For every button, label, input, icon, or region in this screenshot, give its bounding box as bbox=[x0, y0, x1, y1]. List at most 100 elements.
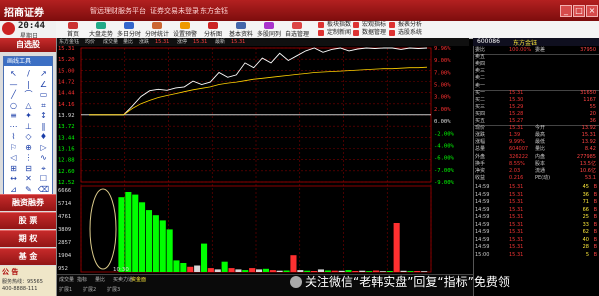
drawing-tool-icon[interactable]: | bbox=[22, 79, 35, 90]
sector-index-link[interactable]: 板块指数 bbox=[318, 21, 351, 29]
drawing-tool-icon[interactable]: ⌫ bbox=[37, 184, 50, 195]
tick-volume: 5 bbox=[585, 251, 589, 258]
tick-row: 14:59 15.31 33 B bbox=[473, 222, 599, 229]
notice-panel[interactable]: 公 告 服务热线：95565 400-8888-111 bbox=[0, 266, 56, 296]
drawing-tool-icon[interactable]: ⌖ bbox=[37, 163, 50, 174]
toolbar-info-button[interactable]: 基本资料 bbox=[226, 21, 256, 38]
quote-label: 卖二 bbox=[475, 75, 486, 82]
stocks-button[interactable]: 股 票 bbox=[0, 212, 56, 229]
options-button[interactable]: 期 权 bbox=[0, 230, 56, 247]
close-button[interactable]: × bbox=[586, 5, 598, 17]
drawing-tool-icon[interactable]: ▭ bbox=[37, 89, 50, 100]
volume-tick-label: 6666 bbox=[58, 188, 71, 194]
quote-label: 净资 bbox=[475, 167, 486, 174]
pct-tick-label: 3.00% bbox=[434, 95, 451, 101]
chart-icon bbox=[208, 22, 218, 29]
drawing-tool-icon[interactable]: ⊞ bbox=[7, 163, 20, 174]
quote-label-2: PE(动) bbox=[535, 174, 551, 181]
volume-bar bbox=[173, 260, 180, 272]
drawing-tool-icon[interactable]: ↖ bbox=[7, 68, 20, 79]
intraday-chart[interactable]: 15.31 15.20 15.00 14.72 14.44 14.16 13.92 13.72… bbox=[57, 46, 473, 274]
toolbar-chart-button[interactable]: 分析图 bbox=[198, 21, 228, 38]
custom-news-link[interactable]: 定制新闻 bbox=[318, 29, 351, 37]
drawing-tool-icon[interactable]: ∿ bbox=[37, 152, 50, 163]
volume-bar bbox=[249, 268, 256, 272]
drawing-tool-icon[interactable]: ☐ bbox=[37, 173, 50, 184]
toolbar-multistock-button[interactable]: 多股同列 bbox=[254, 21, 284, 38]
drawing-tool-icon[interactable]: ○ bbox=[7, 100, 20, 111]
drawing-tool-icon[interactable]: ↔ bbox=[7, 173, 20, 184]
quote-label: 委比 bbox=[475, 47, 486, 53]
funds-button[interactable]: 基 金 bbox=[0, 248, 56, 265]
drawing-tool-icon[interactable]: ↗ bbox=[37, 68, 50, 79]
price-tick-label: 14.16 bbox=[58, 102, 75, 108]
drawing-tool-icon[interactable]: ⋮ bbox=[22, 152, 35, 163]
drawing-tool-icon[interactable]: ⌗ bbox=[37, 100, 50, 111]
drawing-tool-icon[interactable]: ✕ bbox=[22, 173, 35, 184]
toolbar-alert-button[interactable]: 设置预警 bbox=[170, 21, 200, 38]
indicator-tab[interactable]: 量比 bbox=[95, 276, 105, 283]
drawing-tool-icon[interactable]: ✎ bbox=[22, 184, 35, 195]
indicator-tab[interactable]: 成交量 bbox=[59, 276, 74, 283]
stock-code: 600086 bbox=[477, 38, 500, 45]
volume-tick-label: 2857 bbox=[58, 240, 71, 246]
maximize-button[interactable]: □ bbox=[573, 5, 585, 17]
drawing-tool-icon[interactable]: ✦ bbox=[22, 110, 35, 121]
drawing-tool-icon[interactable]: ◇ bbox=[22, 131, 35, 142]
toolbar-market-button[interactable]: 大盘走势 bbox=[86, 21, 116, 38]
drawing-tool-icon[interactable]: △ bbox=[22, 100, 35, 111]
drawing-tool-icon[interactable]: ♦ bbox=[37, 131, 50, 142]
drawing-tool-icon[interactable]: ⊟ bbox=[22, 163, 35, 174]
drawing-tool-icon[interactable]: ╱ bbox=[7, 89, 20, 100]
drawing-tool-icon[interactable]: ⊿ bbox=[7, 184, 20, 195]
extension-tab[interactable]: 扩展2 bbox=[83, 286, 96, 293]
drawing-tool-icon[interactable]: ≡ bbox=[7, 110, 20, 121]
tick-price: 15.31 bbox=[509, 229, 524, 235]
clock-panel: 20:44 星期日 bbox=[0, 21, 56, 40]
drawing-tool-icon[interactable]: ⚐ bbox=[7, 142, 20, 153]
indicator-tab[interactable]: 指标 bbox=[77, 276, 87, 283]
drawing-tool-icon[interactable]: ⌇ bbox=[7, 131, 20, 142]
minimize-button[interactable]: _ bbox=[560, 5, 572, 17]
chart-header-item: 最新 bbox=[215, 39, 226, 45]
pct-tick-label: -4.00% bbox=[434, 143, 455, 149]
login-status[interactable]: 证券交易未登录 bbox=[150, 6, 199, 16]
volume-bar bbox=[359, 270, 366, 272]
drawing-tool-icon[interactable]: ⌒ bbox=[22, 89, 35, 100]
extension-tab[interactable]: 扩展1 bbox=[59, 286, 72, 293]
toolbar-favorites-button[interactable]: 自选管理 bbox=[282, 21, 312, 38]
tick-volume: 62 bbox=[582, 229, 589, 235]
quote-row: 外盘 326222 内盘 277985 bbox=[473, 154, 599, 161]
toolbar-home-button[interactable]: 首页 bbox=[58, 21, 88, 38]
macro-indicator-link[interactable]: 宏观指标 bbox=[353, 21, 386, 29]
report-analysis-link[interactable]: 报表分析 bbox=[389, 21, 422, 29]
toolbar-stats-button[interactable]: 分时统计 bbox=[142, 21, 172, 38]
toolbar-multiday-button[interactable]: 多日分时 bbox=[114, 21, 144, 38]
drawing-tool-icon[interactable]: ⋯ bbox=[7, 121, 20, 132]
quote-label: 卖一 bbox=[475, 82, 486, 89]
margin-trading-button[interactable]: 融资融券 bbox=[0, 194, 56, 211]
drawing-tool-icon[interactable]: ∠ bbox=[37, 79, 50, 90]
drawing-tool-icon[interactable]: / bbox=[22, 68, 35, 79]
tick-volume: 25 bbox=[582, 214, 589, 220]
drawing-tool-icon[interactable]: ⊕ bbox=[22, 142, 35, 153]
drawing-tool-icon[interactable]: ◁ bbox=[7, 152, 20, 163]
extension-tab[interactable]: 扩展3 bbox=[107, 286, 120, 293]
quote-value-2: 55 bbox=[589, 103, 596, 110]
indicator-tab[interactable]: 资金面 bbox=[131, 276, 146, 283]
favorites-tab[interactable]: 自选股 bbox=[0, 38, 56, 52]
price-tick-label: 15.31 bbox=[58, 46, 75, 52]
indicator-tab[interactable]: 买卖力道 bbox=[113, 276, 133, 283]
volume-tick-label: 4761 bbox=[58, 214, 71, 220]
drawing-tool-icon[interactable]: — bbox=[7, 79, 20, 90]
volume-bar bbox=[407, 271, 414, 272]
data-manage-link[interactable]: 数据管理 bbox=[353, 29, 386, 37]
drawing-tool-icon[interactable]: ↕ bbox=[37, 110, 50, 121]
tick-row: 14:59 15.31 45 B bbox=[473, 184, 599, 191]
drawing-tool-icon[interactable]: ▷ bbox=[37, 142, 50, 153]
stock-screener-link[interactable]: 选股系统 bbox=[389, 29, 422, 37]
notice-line: 400-8888-111 bbox=[2, 286, 38, 292]
drawing-tool-icon[interactable]: ∥ bbox=[37, 121, 50, 132]
drawing-tool-icon[interactable]: ⊥ bbox=[22, 121, 35, 132]
tick-time: 14:59 bbox=[475, 221, 490, 228]
